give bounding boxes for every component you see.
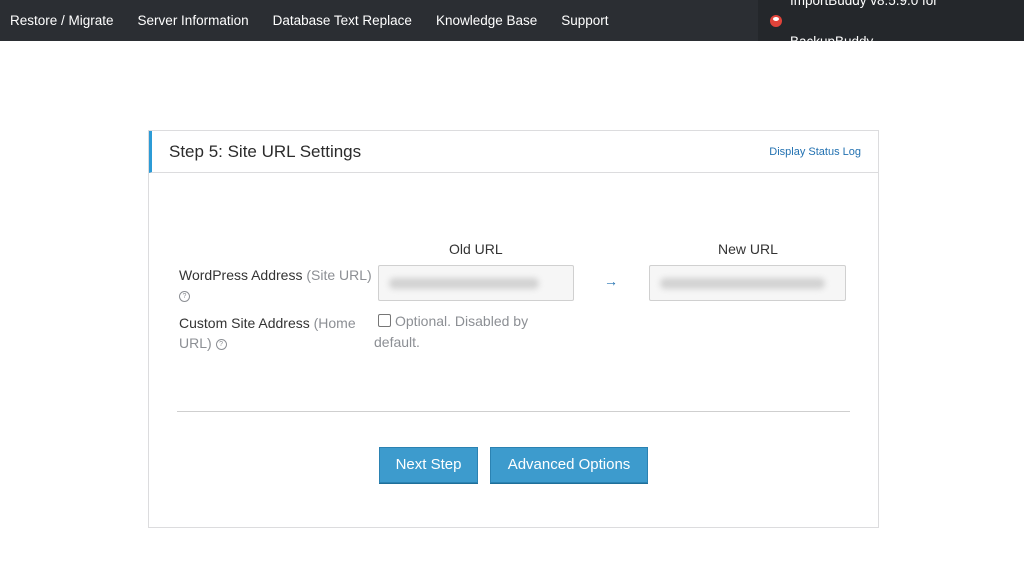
page-title: Step 5: Site URL Settings	[169, 142, 362, 161]
wordpress-address-label: WordPress Address (Site URL) ?	[179, 265, 372, 305]
new-url-value-redacted	[660, 278, 825, 289]
divider	[177, 411, 850, 412]
nav-knowledge-base[interactable]: Knowledge Base	[424, 0, 549, 41]
help-icon[interactable]: ?	[179, 290, 190, 302]
help-icon[interactable]: ?	[215, 338, 227, 350]
nav-support[interactable]: Support	[549, 0, 620, 41]
nav-restore-migrate[interactable]: Restore / Migrate	[0, 0, 126, 41]
custom-site-address-text: Custom Site Address	[179, 315, 310, 331]
importbuddy-logo-icon	[770, 14, 782, 27]
new-url-field[interactable]	[649, 265, 846, 301]
next-step-button[interactable]: Next Step	[379, 447, 478, 483]
old-url-field[interactable]	[378, 265, 574, 301]
new-url-header: New URL	[718, 241, 778, 257]
step-panel: Step 5: Site URL Settings Display Status…	[148, 130, 879, 528]
custom-site-address-label: Custom Site Address (Home URL) ?	[179, 313, 369, 353]
advanced-options-button[interactable]: Advanced Options	[490, 447, 648, 483]
old-url-value-redacted	[389, 278, 539, 289]
custom-site-address-note: Optional. Disabled by default.	[374, 313, 529, 350]
wordpress-address-hint: (Site URL)	[306, 267, 372, 283]
old-url-header: Old URL	[449, 241, 503, 257]
brand: ImportBuddy v8.5.9.0 for BackupBuddy	[758, 0, 1024, 49]
wordpress-address-text: WordPress Address	[179, 267, 303, 283]
panel-header: Step 5: Site URL Settings Display Status…	[149, 131, 878, 173]
nav-database-text-replace[interactable]: Database Text Replace	[261, 0, 424, 41]
display-status-log-link[interactable]: Display Status Log	[769, 146, 861, 158]
top-nav: Restore / Migrate Server Information Dat…	[0, 0, 621, 41]
brand-label: ImportBuddy v8.5.9.0 for BackupBuddy	[789, 0, 938, 49]
top-bar: Restore / Migrate Server Information Dat…	[0, 0, 1024, 49]
arrow-icon: →	[604, 273, 618, 289]
nav-server-information[interactable]: Server Information	[126, 0, 261, 41]
